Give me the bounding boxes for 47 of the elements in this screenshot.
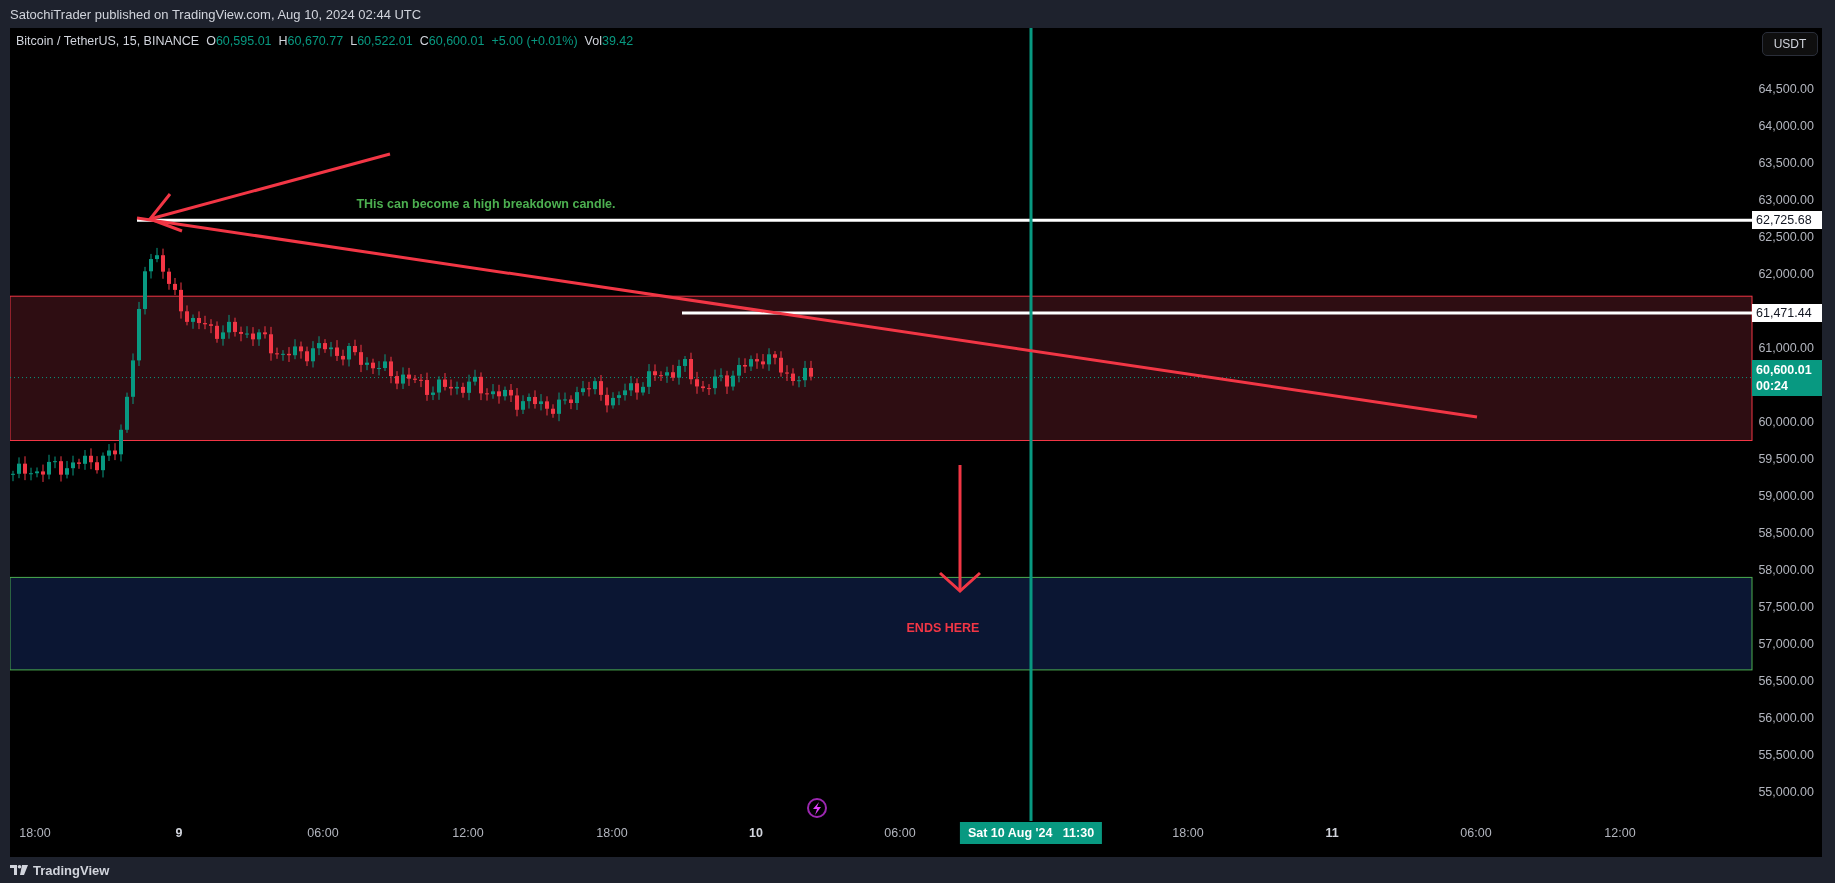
- time-axis-label: 12:00: [1604, 826, 1636, 840]
- logo-icon: [10, 865, 28, 875]
- ohlc-value: H60,670.77: [278, 34, 344, 48]
- time-axis-label: 06:00: [307, 826, 339, 840]
- line-price-label: 62,725.68: [1752, 211, 1822, 230]
- price-axis-label: 59,000.00: [1758, 489, 1814, 503]
- time-axis-label: 9: [175, 826, 183, 840]
- currency-button[interactable]: USDT: [1762, 32, 1818, 56]
- ohlc-value: L60,522.01: [350, 34, 413, 48]
- price-axis-label: 57,500.00: [1758, 600, 1814, 614]
- price-axis-label: 56,000.00: [1758, 711, 1814, 725]
- price-axis-label: 60,000.00: [1758, 415, 1814, 429]
- price-axis-label: 58,500.00: [1758, 526, 1814, 540]
- price-axis-label: 63,000.00: [1758, 193, 1814, 207]
- price-axis-label: 58,000.00: [1758, 563, 1814, 577]
- time-axis-label: 10: [749, 826, 763, 840]
- ohlc-value: C60,600.01: [419, 34, 485, 48]
- price-axis-label: 64,000.00: [1758, 119, 1814, 133]
- price-axis-label: 64,500.00: [1758, 82, 1814, 96]
- price-axis-label: 56,500.00: [1758, 674, 1814, 688]
- price-axis-label: 63,500.00: [1758, 156, 1814, 170]
- volume-value: Vol39.42: [584, 34, 634, 48]
- time-axis-label: 18:00: [19, 826, 51, 840]
- chart-note: ENDS HERE: [906, 621, 980, 635]
- price-axis-label: 61,000.00: [1758, 341, 1814, 355]
- time-axis-label: 06:00: [1460, 826, 1492, 840]
- price-axis-label: 57,000.00: [1758, 637, 1814, 651]
- price-axis-label: 55,500.00: [1758, 748, 1814, 762]
- line-price-label: 61,471.44: [1752, 304, 1822, 323]
- last-price-label: 60,600.01 00:24: [1752, 359, 1822, 396]
- crosshair-time-label: Sat 10 Aug '24 11:30: [959, 822, 1103, 844]
- brand-name: TradingView: [33, 862, 110, 878]
- price-axis-label: 62,000.00: [1758, 267, 1814, 281]
- price-axis-label: 62,500.00: [1758, 230, 1814, 244]
- publisher-caption: SatochiTrader published on TradingView.com, Aug 10, 2024 02:44 UTC: [10, 6, 422, 22]
- ohlc-value: O60,595.01: [206, 34, 272, 48]
- time-axis-label: 11: [1325, 826, 1339, 840]
- time-axis-label: 18:00: [596, 826, 628, 840]
- symbol-title: Bitcoin / TetherUS, 15, BINANCE: [16, 34, 200, 48]
- time-axis-label: 06:00: [884, 826, 916, 840]
- chart-note: THis can become a high breakdown candle.: [356, 197, 616, 211]
- time-axis-label: 12:00: [452, 826, 484, 840]
- price-axis-label: 55,000.00: [1758, 785, 1814, 799]
- price-axis-label: 59,500.00: [1758, 452, 1814, 466]
- time-axis-label: 18:00: [1172, 826, 1204, 840]
- price-change: +5.00 (+0.01%): [491, 34, 578, 48]
- lightning-icon[interactable]: [807, 798, 827, 818]
